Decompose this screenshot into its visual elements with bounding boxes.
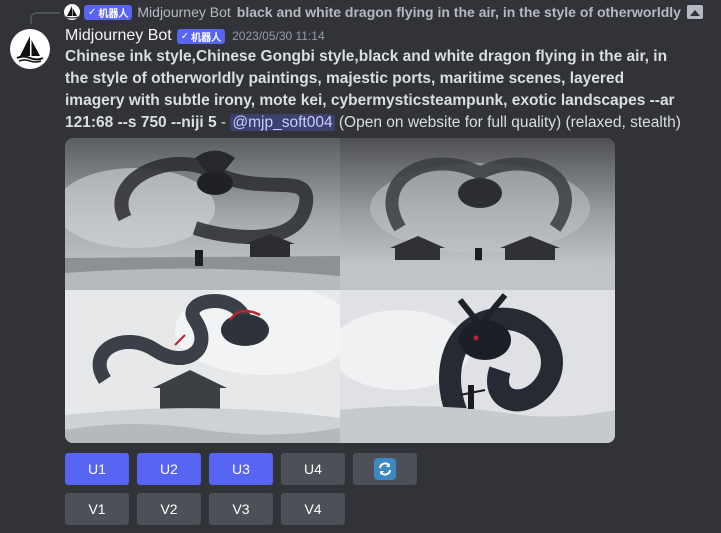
check-icon: ✓ (180, 30, 190, 42)
message-author[interactable]: Midjourney Bot (65, 27, 172, 45)
user-mention[interactable]: @mjp_soft004 (230, 114, 335, 131)
message-timestamp[interactable]: 2023/05/30 11:14 (232, 29, 325, 43)
message-header: Midjourney Bot ✓ 机器人 2023/05/30 11:14 (65, 26, 325, 46)
reply-avatar[interactable] (64, 4, 80, 20)
reply-bot-tag-label: 机器人 (98, 8, 129, 20)
image-icon (686, 5, 703, 19)
reply-preview[interactable]: ✓ 机器人 Midjourney Bot black and white dra… (30, 0, 714, 24)
upscale-button-row: U1 U2 U3 U4 (65, 453, 417, 485)
dragon-image-2[interactable] (340, 138, 615, 290)
check-icon: ✓ (88, 6, 97, 18)
variation-button-row: V1 V2 V3 V4 (65, 493, 345, 525)
author-avatar[interactable] (10, 29, 50, 69)
reply-spine (30, 12, 60, 24)
separator: - (216, 114, 231, 131)
u1-button[interactable]: U1 (65, 453, 129, 485)
bot-tag: ✓ 机器人 (176, 28, 226, 44)
reply-text[interactable]: black and white dragon flying in the air… (237, 4, 681, 20)
v1-button[interactable]: V1 (65, 493, 129, 525)
dragon-image-3[interactable] (65, 290, 340, 443)
u2-button[interactable]: U2 (137, 453, 201, 485)
refresh-icon (374, 458, 396, 480)
reply-author[interactable]: Midjourney Bot (137, 4, 230, 20)
quality-note: (Open on website for full quality) (rela… (334, 114, 681, 131)
u4-button[interactable]: U4 (281, 453, 345, 485)
u3-button[interactable]: U3 (209, 453, 273, 485)
dragon-image-4[interactable] (340, 290, 615, 443)
image-grid[interactable] (65, 138, 615, 443)
v4-button[interactable]: V4 (281, 493, 345, 525)
reroll-button[interactable] (353, 453, 417, 485)
v2-button[interactable]: V2 (137, 493, 201, 525)
v3-button[interactable]: V3 (209, 493, 273, 525)
dragon-image-1[interactable] (65, 138, 340, 290)
message-content: Chinese ink style,Chinese Gongbi style,b… (65, 46, 685, 134)
reply-bot-tag: ✓ 机器人 (84, 4, 133, 20)
bot-tag-label: 机器人 (191, 32, 222, 44)
